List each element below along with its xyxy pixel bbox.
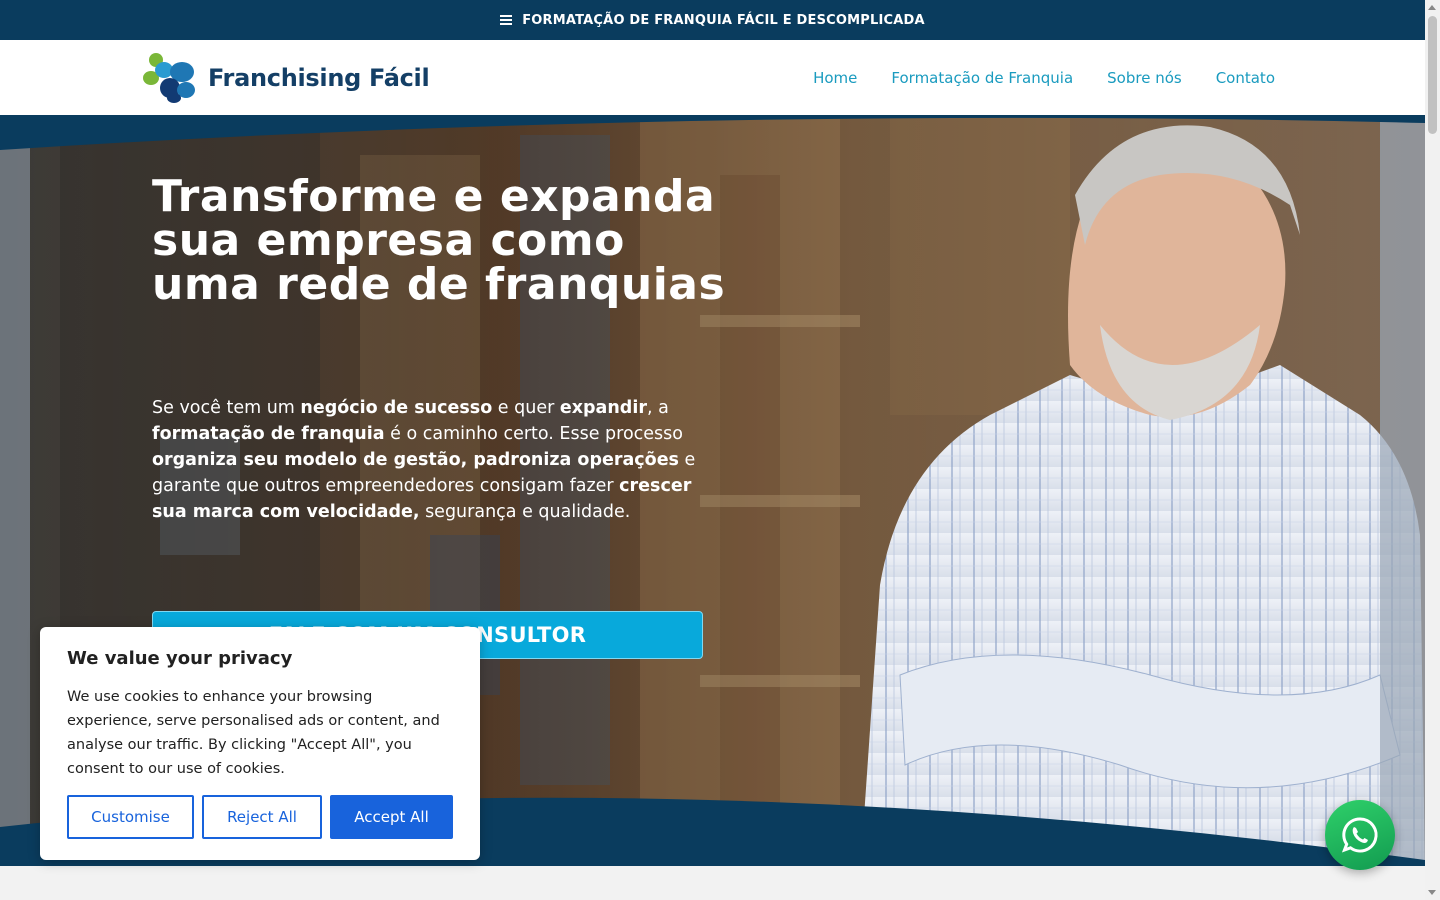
hero-headline: Transforme e expanda sua empresa como um… [152,171,726,310]
customise-button[interactable]: Customise [67,795,194,839]
hero-lead: Se você tem um negócio de sucesso e quer… [152,395,712,525]
hero-lead-emphasis: organiza seu modelo de gestão, padroniza… [152,450,679,470]
page-scrollbar[interactable] [1425,0,1440,900]
hero-lead-text: e quer [492,398,560,418]
announcement-bar: FORMATAÇÃO DE FRANQUIA FÁCIL E DESCOMPLI… [0,0,1425,40]
cookie-consent-banner: We value your privacy We use cookies to … [40,627,480,860]
logo-mark-icon [143,53,195,103]
next-section-start [0,866,1425,900]
cookie-body: We use cookies to enhance your browsing … [67,689,440,777]
hero-lead-emphasis: expandir [559,398,647,418]
nav-home[interactable]: Home [813,69,857,87]
hero-lead-emphasis: negócio de sucesso [300,398,493,418]
main-nav: Home Formatação de Franquia Sobre nós Co… [813,40,1275,115]
whatsapp-icon [1341,817,1378,853]
nav-formatacao-de-franquia[interactable]: Formatação de Franquia [891,69,1073,87]
scroll-down-arrow[interactable] [1428,890,1436,895]
hero-lead-text: segurança e qualidade. [419,502,631,522]
accept-all-button[interactable]: Accept All [330,795,453,839]
brand-name: Franchising Fácil [208,63,430,92]
cookie-actions: Customise Reject All Accept All [67,795,453,839]
site-header: Franchising Fácil Home Formatação de Fra… [0,40,1425,115]
scroll-up-arrow[interactable] [1428,5,1436,10]
brand-logo[interactable]: Franchising Fácil [142,50,430,105]
nav-contato[interactable]: Contato [1216,69,1275,87]
whatsapp-button[interactable] [1325,800,1395,870]
hero-lead-text: Se você tem um [152,398,301,418]
cookie-title: We value your privacy [67,648,293,669]
menu-icon[interactable] [500,15,513,25]
hero-lead-text: , a [646,398,669,418]
reject-all-button[interactable]: Reject All [202,795,322,839]
announcement-text: FORMATAÇÃO DE FRANQUIA FÁCIL E DESCOMPLI… [522,12,925,28]
hero-lead-text: é o caminho certo. Esse processo [384,424,683,444]
hero-lead-emphasis: formatação de franquia [152,424,385,444]
nav-sobre-nos[interactable]: Sobre nós [1107,69,1182,87]
scroll-thumb[interactable] [1428,16,1437,134]
